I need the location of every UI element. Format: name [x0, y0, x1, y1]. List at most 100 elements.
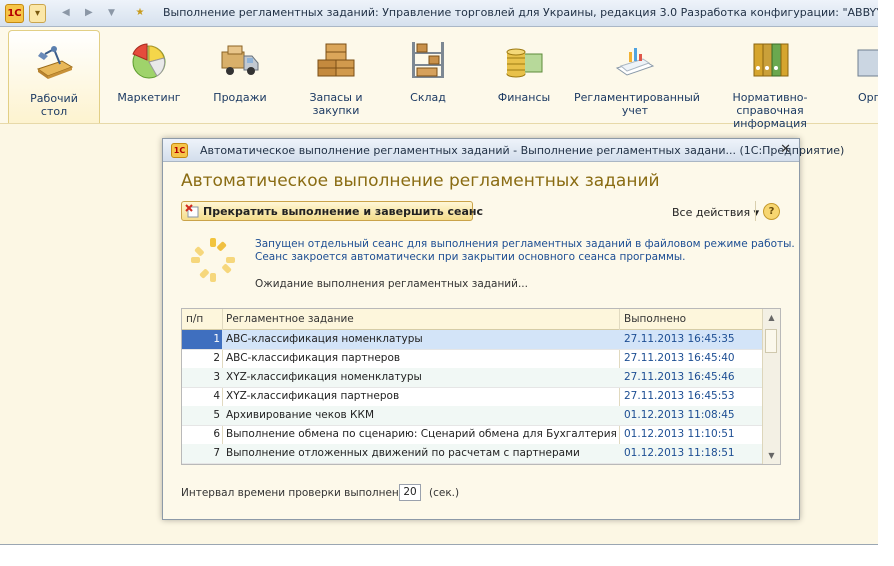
- stop-session-icon: [185, 204, 199, 218]
- section-label: Нормативно-справочная: [732, 91, 808, 117]
- row-done: 27.11.2013 16:45:40: [624, 352, 735, 364]
- section-stock-purchases[interactable]: Запасы и закупки: [288, 30, 384, 122]
- star-icon[interactable]: ★: [132, 4, 148, 21]
- row-done: 01.12.2013 11:10:51: [624, 428, 735, 440]
- row-task: Выполнение отложенных движений по расчет…: [226, 447, 580, 459]
- page-title: Автоматическое выполнение регламентных з…: [181, 171, 660, 191]
- column-header-number[interactable]: п/п: [186, 313, 203, 325]
- section-label: Маркетинг: [117, 91, 181, 104]
- info-line: Запущен отдельный сеанс для выполнения р…: [255, 238, 795, 250]
- close-icon[interactable]: ✕: [780, 142, 791, 157]
- crates-icon: [317, 43, 355, 77]
- table-row[interactable]: 4 XYZ-классификация партнеров 27.11.2013…: [182, 387, 765, 407]
- section-marketing[interactable]: Маркетинг: [106, 30, 192, 122]
- table-row[interactable]: 3 XYZ-классификация номенклатуры 27.11.2…: [182, 368, 765, 388]
- table-header: п/п Регламентное задание Выполнено: [182, 309, 765, 330]
- stop-button-label: Прекратить выполнение и завершить сеанс: [203, 205, 484, 218]
- toolbar-divider: [755, 201, 756, 221]
- report-icon: [615, 48, 655, 76]
- info-line: Сеанс закроется автоматически при закрыт…: [255, 251, 686, 263]
- section-label: Финансы: [497, 91, 551, 104]
- row-number: 6: [213, 428, 220, 440]
- section-label: Регламентированный: [574, 91, 700, 104]
- dialog-title: Автоматическое выполнение регламентных з…: [200, 144, 845, 157]
- chevron-down-icon[interactable]: ▾: [29, 4, 46, 23]
- section-organization[interactable]: Орг: [844, 30, 879, 122]
- sections-panel: Рабочий стол Маркетинг Продажи Запасы и …: [0, 27, 879, 130]
- section-label: Рабочий: [30, 92, 78, 105]
- table-row[interactable]: 7 Выполнение отложенных движений по расч…: [182, 444, 765, 464]
- table-row[interactable]: 6 Выполнение обмена по сценарию: Сценари…: [182, 425, 765, 445]
- section-label: Запасы и: [309, 91, 363, 104]
- scroll-up-icon[interactable]: ▲: [763, 309, 780, 326]
- org-icon: [857, 49, 878, 77]
- table-scrollbar[interactable]: ▲ ▼: [762, 309, 780, 464]
- table-row[interactable]: 2 ABC-классификация партнеров 27.11.2013…: [182, 349, 765, 369]
- app-window: 1С ▾ ◀ ▶ ▼ ★ Выполнение регламентных зад…: [0, 0, 879, 545]
- coins-icon: [506, 48, 543, 78]
- row-task: Выполнение обмена по сценарию: Сценарий …: [226, 428, 617, 440]
- loading-spinner-icon: [191, 238, 235, 282]
- section-label: Склад: [410, 91, 446, 104]
- row-number: 3: [213, 371, 220, 383]
- row-number: 2: [213, 352, 220, 364]
- section-label: стол: [40, 105, 68, 118]
- section-sales[interactable]: Продажи: [196, 30, 284, 122]
- history-dropdown-icon[interactable]: ▼: [108, 4, 115, 21]
- scroll-down-icon[interactable]: ▼: [763, 447, 780, 464]
- row-done: 01.12.2013 11:08:45: [624, 409, 735, 421]
- column-header-done[interactable]: Выполнено: [624, 313, 686, 325]
- interval-label: Интервал времени проверки выполнения:: [181, 487, 416, 499]
- page-edge: [878, 0, 894, 566]
- row-number: 7: [213, 447, 220, 459]
- all-actions-menu[interactable]: Все действия ▾: [672, 206, 759, 219]
- section-regulated-accounting[interactable]: Регламентированный учет: [574, 30, 700, 122]
- section-reference-data[interactable]: Нормативно-справочная информация: [702, 30, 838, 130]
- section-label: закупки: [312, 104, 360, 117]
- binders-icon: [753, 43, 789, 77]
- table-row[interactable]: 1 ABC-классификация номенклатуры 27.11.2…: [182, 330, 765, 350]
- section-warehouse[interactable]: Склад: [388, 30, 468, 122]
- app-logo-icon: 1С: [171, 143, 188, 158]
- section-label: информация: [733, 117, 807, 130]
- row-done: 27.11.2013 16:45:53: [624, 390, 735, 402]
- scheduled-jobs-dialog: 1С Автоматическое выполнение регламентны…: [162, 138, 844, 520]
- arrow-right-icon[interactable]: ▶: [85, 4, 93, 21]
- pie-chart-icon: [132, 43, 166, 79]
- column-header-task[interactable]: Регламентное задание: [226, 313, 354, 325]
- section-label: Продажи: [213, 91, 267, 104]
- app-logo-icon[interactable]: 1С: [5, 4, 24, 23]
- row-number: 4: [213, 390, 220, 402]
- section-label: учет: [621, 104, 649, 117]
- arrow-left-icon[interactable]: ◀: [62, 4, 70, 21]
- info-text: Запущен отдельный сеанс для выполнения р…: [255, 238, 795, 264]
- row-done: 01.12.2013 11:18:51: [624, 447, 735, 459]
- row-task: ABC-классификация партнеров: [226, 352, 401, 364]
- jobs-table: п/п Регламентное задание Выполнено 1 ABC…: [181, 308, 781, 465]
- row-task: XYZ-классификация партнеров: [226, 390, 400, 402]
- scroll-thumb[interactable]: [765, 329, 777, 353]
- interval-input[interactable]: 20: [399, 484, 421, 501]
- dialog-title-bar: 1С Автоматическое выполнение регламентны…: [163, 139, 844, 162]
- waiting-status: Ожидание выполнения регламентных заданий…: [255, 278, 528, 290]
- truck-icon: [221, 45, 259, 75]
- title-bar: 1С ▾ ◀ ▶ ▼ ★ Выполнение регламентных зад…: [0, 0, 878, 27]
- section-finance[interactable]: Финансы: [480, 30, 568, 122]
- row-task: ABC-классификация номенклатуры: [226, 333, 423, 345]
- stop-and-end-session-button[interactable]: Прекратить выполнение и завершить сеанс: [181, 201, 483, 221]
- help-icon[interactable]: ?: [763, 203, 780, 220]
- row-done: 27.11.2013 16:45:35: [624, 333, 735, 345]
- section-label: Орг: [858, 91, 879, 104]
- table-row[interactable]: 5 Архивирование чеков ККМ 01.12.2013 11:…: [182, 406, 765, 426]
- interval-unit: (сек.): [429, 487, 460, 499]
- row-done: 27.11.2013 16:45:46: [624, 371, 735, 383]
- shelf-icon: [412, 42, 444, 78]
- row-task: XYZ-классификация номенклатуры: [226, 371, 422, 383]
- window-title: Выполнение регламентных заданий: Управле…: [163, 6, 879, 19]
- section-desktop[interactable]: Рабочий стол: [8, 30, 100, 123]
- row-number: 5: [213, 409, 220, 421]
- desk-lamp-icon: [36, 46, 74, 79]
- row-number: 1: [182, 330, 222, 349]
- page-edge: [0, 545, 894, 566]
- row-task: Архивирование чеков ККМ: [226, 409, 375, 421]
